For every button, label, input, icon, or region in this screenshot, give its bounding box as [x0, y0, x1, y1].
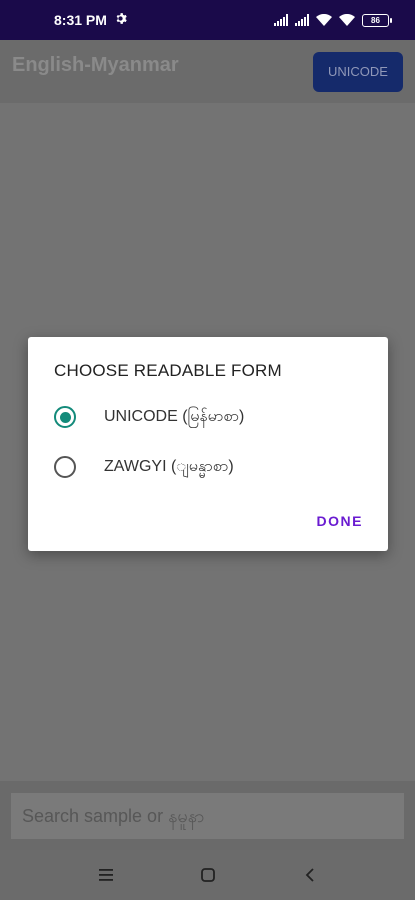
app-bar: English-Myanmar UNICODE: [0, 40, 415, 103]
wifi-icon: [339, 14, 355, 26]
signal-icon: [295, 14, 309, 26]
menu-icon[interactable]: [90, 859, 122, 891]
app-title: English-Myanmar: [12, 54, 179, 76]
option-unicode-label: UNICODE (မြန်မာစာ): [104, 408, 245, 425]
home-icon[interactable]: [192, 859, 224, 891]
radio-zawgyi[interactable]: [54, 456, 76, 478]
status-left: 8:31 PM: [54, 12, 127, 28]
screen: 8:31 PM 86 English-Myanmar UNICODE Searc…: [0, 0, 415, 900]
search-panel: [0, 781, 415, 850]
dialog-title: CHOOSE READABLE FORM: [54, 361, 282, 380]
option-zawgyi-label: ZAWGYI (ျမန္မာစာ): [104, 458, 234, 475]
status-time: 8:31 PM: [54, 12, 107, 28]
battery-icon: 86: [362, 13, 392, 27]
done-button[interactable]: DONE: [317, 513, 363, 529]
navigation-bar: [0, 850, 415, 900]
wifi-icon: [316, 14, 332, 26]
readable-form-dialog: CHOOSE READABLE FORM UNICODE (မြန်မာစာ) …: [28, 337, 388, 551]
font-mode-button[interactable]: UNICODE: [313, 51, 403, 92]
signal-icon: [274, 14, 288, 26]
search-input[interactable]: [11, 793, 404, 839]
battery-level: 86: [371, 15, 380, 25]
option-zawgyi[interactable]: ZAWGYI (ျမန္မာစာ): [54, 447, 354, 487]
back-icon[interactable]: [294, 859, 326, 891]
status-right: 86: [274, 13, 392, 27]
status-bar: 8:31 PM 86: [0, 0, 415, 40]
radio-unicode[interactable]: [54, 406, 76, 428]
settings-gear-icon: [114, 12, 127, 28]
option-unicode[interactable]: UNICODE (မြန်မာစာ): [54, 397, 354, 437]
